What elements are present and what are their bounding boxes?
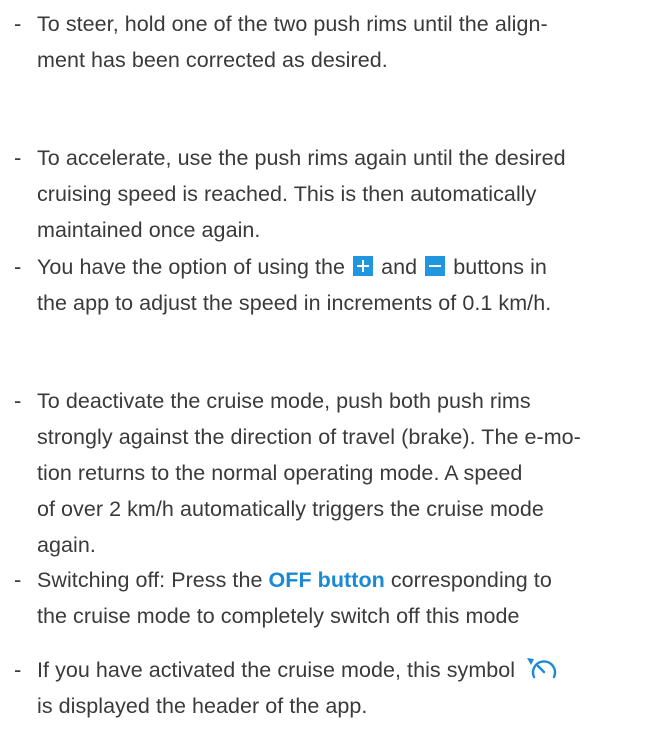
text-line: If you have activated the cruise mode, t… (37, 652, 669, 688)
bullet-dash: - (14, 11, 22, 36)
text-line: tion returns to the normal operating mod… (37, 461, 523, 485)
text-line: maintained once again. (37, 218, 261, 242)
text-segment: corresponding to (390, 568, 552, 592)
off-button-label: OFF button (268, 568, 385, 592)
text-line: Switching off: Press the OFF button corr… (37, 562, 669, 598)
list-item-text: Switching off: Press the OFF button corr… (37, 562, 669, 634)
list-item-text: You have the option of using the and but… (37, 249, 669, 321)
text-line: strongly against the direction of travel… (37, 425, 581, 449)
text-segment: You have the option of using the (37, 255, 346, 279)
bullet-dash: - (14, 388, 22, 413)
list-item-text: To steer, hold one of the two push rims … (37, 6, 669, 78)
text-line: the cruise mode to completely switch off… (37, 604, 520, 628)
text-line: again. (37, 533, 96, 557)
text-line: the app to adjust the speed in increment… (37, 291, 552, 315)
text-segment: buttons in (453, 255, 547, 279)
minus-button-icon (425, 256, 446, 276)
text-segment: If you have activated the cruise mode, t… (37, 658, 516, 682)
list-item-text: If you have activated the cruise mode, t… (37, 652, 669, 724)
text-segment: Switching off: Press the (37, 568, 263, 592)
cruise-mode-icon (525, 655, 559, 681)
text-segment: and (381, 255, 418, 279)
bullet-dash: - (14, 254, 22, 279)
text-line: You have the option of using the and but… (37, 249, 669, 285)
text-line: of over 2 km/h automatically triggers th… (37, 497, 544, 521)
bullet-dash: - (14, 567, 22, 592)
text-line: To accelerate, use the push rims again u… (37, 146, 566, 170)
text-line: is displayed the header of the app. (37, 694, 368, 718)
text-line: To deactivate the cruise mode, push both… (37, 389, 531, 413)
list-item-text: To deactivate the cruise mode, push both… (37, 383, 669, 563)
bullet-dash: - (14, 657, 22, 682)
text-line: cruising speed is reached. This is then … (37, 182, 537, 206)
text-line: To steer, hold one of the two push rims … (37, 12, 548, 36)
list-item-text: To accelerate, use the push rims again u… (37, 140, 669, 248)
plus-button-icon (353, 256, 374, 276)
bullet-dash: - (14, 145, 22, 170)
text-line: ment has been corrected as desired. (37, 48, 388, 72)
